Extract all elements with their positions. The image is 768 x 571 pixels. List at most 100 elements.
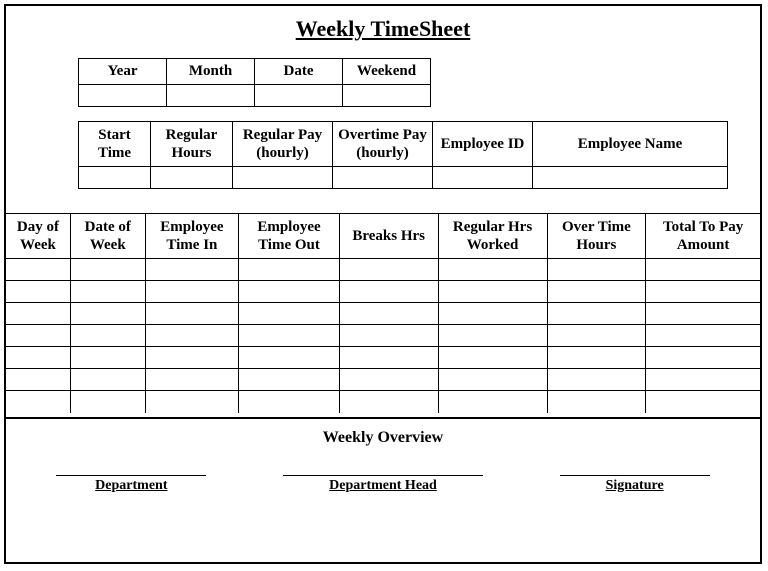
cell[interactable]: [6, 303, 70, 325]
cell[interactable]: [339, 281, 438, 303]
cell[interactable]: [70, 391, 145, 413]
cell[interactable]: [547, 325, 646, 347]
header-overtime-pay: Overtime Pay (hourly): [333, 122, 433, 167]
cell[interactable]: [646, 259, 760, 281]
table-row: [6, 325, 760, 347]
cell[interactable]: [646, 325, 760, 347]
cell[interactable]: [438, 259, 547, 281]
cell[interactable]: [547, 391, 646, 413]
cell[interactable]: [6, 347, 70, 369]
cell[interactable]: [339, 325, 438, 347]
cell[interactable]: [438, 303, 547, 325]
signature-department-head[interactable]: Department Head: [283, 475, 483, 494]
header-regular-hours: Regular Hours: [151, 122, 233, 167]
header-employee-id: Employee ID: [433, 122, 533, 167]
timesheet-form: Weekly TimeSheet Year Month Date Weekend…: [4, 4, 762, 564]
header-tables-section: Year Month Date Weekend Start Time Regul…: [6, 58, 760, 189]
cell[interactable]: [438, 347, 547, 369]
cell[interactable]: [145, 303, 238, 325]
value-overtime-pay[interactable]: [333, 167, 433, 189]
cell[interactable]: [145, 391, 238, 413]
cell[interactable]: [438, 369, 547, 391]
col-day-of-week: Day of Week: [6, 214, 70, 259]
col-total-pay: Total To Pay Amount: [646, 214, 760, 259]
cell[interactable]: [438, 391, 547, 413]
cell[interactable]: [646, 391, 760, 413]
cell[interactable]: [646, 369, 760, 391]
col-time-in: Employee Time In: [145, 214, 238, 259]
date-table: Year Month Date Weekend: [78, 58, 431, 107]
value-weekend[interactable]: [343, 85, 431, 107]
footer-section: Weekly Overview Department Department He…: [6, 417, 760, 502]
value-month[interactable]: [167, 85, 255, 107]
cell[interactable]: [70, 281, 145, 303]
value-regular-pay[interactable]: [233, 167, 333, 189]
cell[interactable]: [145, 347, 238, 369]
employee-info-table: Start Time Regular Hours Regular Pay (ho…: [78, 121, 728, 189]
col-time-out: Employee Time Out: [239, 214, 340, 259]
cell[interactable]: [70, 303, 145, 325]
table-row: [6, 347, 760, 369]
value-year[interactable]: [79, 85, 167, 107]
cell[interactable]: [646, 281, 760, 303]
cell[interactable]: [70, 325, 145, 347]
col-breaks: Breaks Hrs: [339, 214, 438, 259]
weekly-overview-label: Weekly Overview: [6, 429, 760, 475]
cell[interactable]: [145, 369, 238, 391]
cell[interactable]: [239, 281, 340, 303]
cell[interactable]: [6, 391, 70, 413]
cell[interactable]: [145, 281, 238, 303]
header-regular-pay: Regular Pay (hourly): [233, 122, 333, 167]
cell[interactable]: [646, 347, 760, 369]
cell[interactable]: [239, 347, 340, 369]
cell[interactable]: [70, 369, 145, 391]
cell[interactable]: [6, 259, 70, 281]
cell[interactable]: [239, 369, 340, 391]
cell[interactable]: [239, 325, 340, 347]
header-date: Date: [255, 59, 343, 85]
header-employee-name: Employee Name: [533, 122, 728, 167]
cell[interactable]: [339, 259, 438, 281]
col-regular-worked: Regular Hrs Worked: [438, 214, 547, 259]
table-row: [6, 391, 760, 413]
cell[interactable]: [547, 347, 646, 369]
cell[interactable]: [239, 259, 340, 281]
signature-department[interactable]: Department: [56, 475, 206, 494]
cell[interactable]: [6, 369, 70, 391]
cell[interactable]: [6, 281, 70, 303]
cell[interactable]: [438, 325, 547, 347]
cell[interactable]: [70, 347, 145, 369]
cell[interactable]: [239, 303, 340, 325]
header-start-time: Start Time: [79, 122, 151, 167]
page-title: Weekly TimeSheet: [6, 6, 760, 58]
cell[interactable]: [547, 259, 646, 281]
cell[interactable]: [6, 325, 70, 347]
cell[interactable]: [547, 281, 646, 303]
table-row: [6, 369, 760, 391]
cell[interactable]: [339, 347, 438, 369]
cell[interactable]: [646, 303, 760, 325]
value-employee-id[interactable]: [433, 167, 533, 189]
signature-signature[interactable]: Signature: [560, 475, 710, 494]
cell[interactable]: [145, 325, 238, 347]
signature-row: Department Department Head Signature: [6, 475, 760, 502]
header-weekend: Weekend: [343, 59, 431, 85]
time-log-table: Day of Week Date of Week Employee Time I…: [6, 213, 760, 413]
cell[interactable]: [339, 369, 438, 391]
table-row: [6, 259, 760, 281]
cell[interactable]: [547, 303, 646, 325]
value-regular-hours[interactable]: [151, 167, 233, 189]
cell[interactable]: [70, 259, 145, 281]
cell[interactable]: [547, 369, 646, 391]
cell[interactable]: [339, 303, 438, 325]
cell[interactable]: [239, 391, 340, 413]
value-start-time[interactable]: [79, 167, 151, 189]
value-date[interactable]: [255, 85, 343, 107]
col-overtime: Over Time Hours: [547, 214, 646, 259]
header-year: Year: [79, 59, 167, 85]
header-month: Month: [167, 59, 255, 85]
cell[interactable]: [145, 259, 238, 281]
value-employee-name[interactable]: [533, 167, 728, 189]
cell[interactable]: [438, 281, 547, 303]
cell[interactable]: [339, 391, 438, 413]
